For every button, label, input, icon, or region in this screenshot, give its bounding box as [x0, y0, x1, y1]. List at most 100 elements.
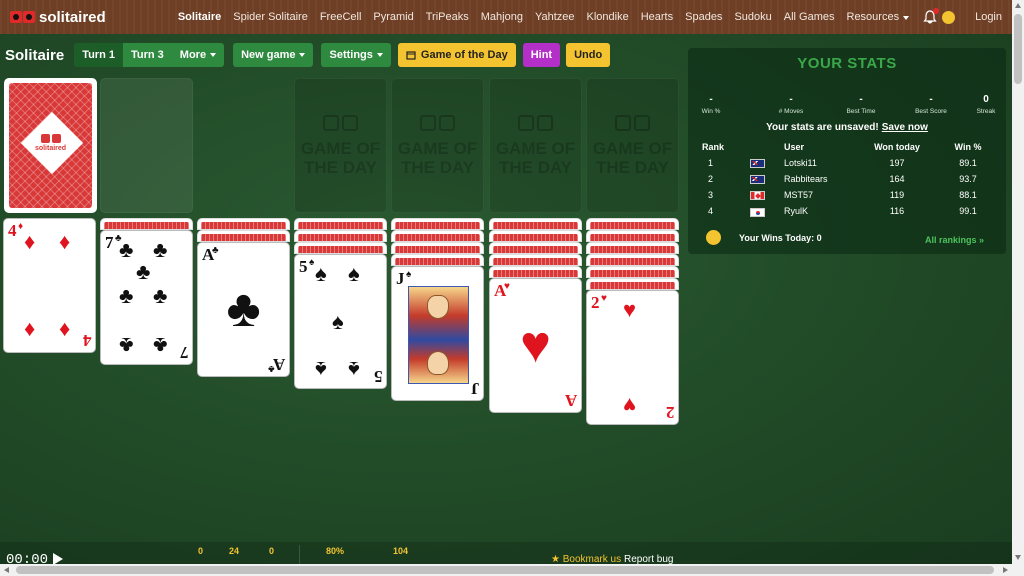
stat-value-5: 104	[393, 546, 409, 556]
new-game-button[interactable]: New game	[233, 43, 314, 67]
nav-links: Solitaire Spider Solitaire FreeCell Pyra…	[172, 8, 1008, 24]
more-label: More	[179, 49, 207, 61]
tableau-card-7-clubs[interactable]: 7 ♣ ♣ ♣ ♣ ♣ ♣ ♣ ♣ 7	[100, 230, 193, 365]
nav-link-all-games[interactable]: All Games	[784, 11, 835, 23]
nav-link-spider-solitaire[interactable]: Spider Solitaire	[233, 11, 308, 23]
spade-icon: ♠	[315, 261, 327, 286]
chevron-down-icon	[903, 16, 910, 20]
save-now-link[interactable]: Save now	[882, 122, 928, 133]
card-rank: 2	[665, 403, 675, 422]
rankings-body: 1 Lotski11 197 89.1 2 Rabbitears 164 93.7 3 MST57…	[702, 155, 994, 220]
logo[interactable]: solitaired	[10, 9, 106, 26]
nav-link-solitaire[interactable]: Solitaire	[178, 11, 221, 23]
tableau-card-jack-spades[interactable]: J ♠ J	[391, 266, 484, 401]
turn-3-button[interactable]: Turn 3	[122, 43, 172, 67]
scroll-up-icon[interactable]	[1015, 3, 1021, 8]
face-down-card	[294, 242, 387, 254]
table-row: 4 RyulK 116 99.1	[702, 203, 994, 219]
scroll-left-icon[interactable]	[4, 567, 9, 573]
foundation-label: Game of the day	[592, 138, 673, 177]
rank-cell: 3	[708, 190, 714, 201]
chevron-down-icon	[299, 53, 306, 57]
club-icon: ♣	[226, 280, 261, 338]
heart-icon: ♥	[623, 297, 637, 322]
scroll-thumb[interactable]	[1014, 14, 1022, 84]
user-cell: Lotski11	[784, 158, 817, 169]
nav-link-hearts[interactable]: Hearts	[641, 11, 673, 23]
scroll-down-icon[interactable]	[1015, 555, 1021, 560]
waste-pile[interactable]	[100, 78, 193, 213]
bell-icon[interactable]	[923, 8, 940, 24]
notification-dot	[933, 8, 940, 14]
face-down-card	[586, 242, 679, 254]
foundation-label: Game of the day	[300, 138, 381, 177]
tableau-card-5-spades[interactable]: 5 ♠ ♠ ♠ ♠ ♠ ♠ 5	[294, 254, 387, 389]
table-row: 1 Lotski11 197 89.1	[702, 155, 994, 171]
more-button[interactable]: More	[171, 43, 225, 67]
tableau-card-ace-clubs[interactable]: A ♣ ♣ A ♣	[197, 242, 290, 377]
face-down-card	[586, 230, 679, 242]
hint-button[interactable]: Hint	[522, 43, 561, 67]
foundation-slot-1[interactable]: Game of the day	[294, 78, 387, 213]
unsaved-notice: Your stats are unsaved! Save now	[688, 122, 1006, 133]
nav-link-freecell[interactable]: FreeCell	[320, 11, 362, 23]
foundation-slot-2[interactable]: Game of the day	[391, 78, 484, 213]
stat-value-2: 24	[229, 546, 240, 556]
resources-label: Resources	[846, 11, 900, 23]
nav-link-mahjong[interactable]: Mahjong	[481, 11, 523, 23]
login-link[interactable]: Login	[975, 11, 1002, 23]
horizontal-scrollbar[interactable]	[0, 564, 1012, 576]
user-cell: MST57	[784, 190, 814, 201]
flag-cell	[750, 171, 772, 187]
diamond-icon: ♦	[18, 221, 24, 232]
nav-link-sudoku[interactable]: Sudoku	[734, 11, 771, 23]
settings-label: Settings	[329, 49, 373, 61]
col-win-pct: Win %	[954, 142, 982, 152]
col-user: User	[784, 142, 805, 152]
turn-1-button[interactable]: Turn 1	[74, 43, 123, 67]
nav-link-klondike[interactable]: Klondike	[587, 11, 629, 23]
spade-icon: ♠	[348, 357, 360, 382]
foundation-label: Game of the day	[495, 138, 576, 177]
gotd-label: Game of the Day	[420, 49, 508, 61]
foundation-slot-3[interactable]: Game of the day	[489, 78, 582, 213]
bottom-bar	[0, 542, 1012, 564]
settings-button[interactable]: Settings	[321, 43, 391, 67]
flag-icon	[750, 175, 765, 185]
table-header-row: Rank User Won today Win %	[702, 139, 994, 155]
turn-mode-group: Turn 1 Turn 3 More	[74, 43, 225, 67]
scroll-thumb[interactable]	[16, 566, 994, 574]
stat-value-3: 0	[269, 546, 275, 556]
scroll-right-icon[interactable]	[1003, 567, 1008, 573]
stat-best-score: - Best Score	[915, 94, 947, 115]
heart-icon: ♥	[601, 293, 607, 304]
card-back-logo: solitaired	[6, 134, 95, 152]
card-rank: 2	[591, 293, 600, 312]
flag-icon	[750, 207, 765, 217]
diamond-icon: ♦	[24, 229, 36, 254]
nav-link-resources[interactable]: Resources	[847, 11, 910, 23]
foundation-slot-4[interactable]: Game of the day	[586, 78, 679, 213]
flag-icon	[750, 159, 765, 169]
nav-link-tripeaks[interactable]: TriPeaks	[426, 11, 469, 23]
nav-link-yahtzee[interactable]: Yahtzee	[535, 11, 575, 23]
user-avatar-icon[interactable]	[942, 10, 956, 24]
chevron-down-icon	[210, 53, 217, 57]
face-down-card	[586, 254, 679, 266]
undo-button[interactable]: Undo	[566, 43, 611, 67]
tableau-card-4-diamonds[interactable]: 4 ♦ ♦ ♦ ♦ ♦ 4	[3, 218, 96, 353]
face-down-card	[489, 230, 582, 242]
stock-pile[interactable]: solitaired	[4, 78, 97, 213]
card-rank: 4	[82, 331, 92, 350]
game-of-the-day-button[interactable]: Game of the Day	[397, 43, 516, 67]
all-rankings-link[interactable]: All rankings »	[925, 235, 984, 245]
tableau-card-2-hearts[interactable]: 2 ♥ ♥ ♥ 2	[586, 290, 679, 425]
nav-link-pyramid[interactable]: Pyramid	[373, 11, 413, 23]
face-down-card	[294, 230, 387, 242]
col-won-today: Won today	[874, 142, 920, 152]
tableau-card-ace-hearts[interactable]: A ♥ ♥ A	[489, 278, 582, 413]
nav-link-spades[interactable]: Spades	[685, 11, 722, 23]
vertical-scrollbar[interactable]	[1012, 0, 1024, 576]
logo-icon	[10, 11, 35, 23]
face-down-card	[197, 230, 290, 242]
